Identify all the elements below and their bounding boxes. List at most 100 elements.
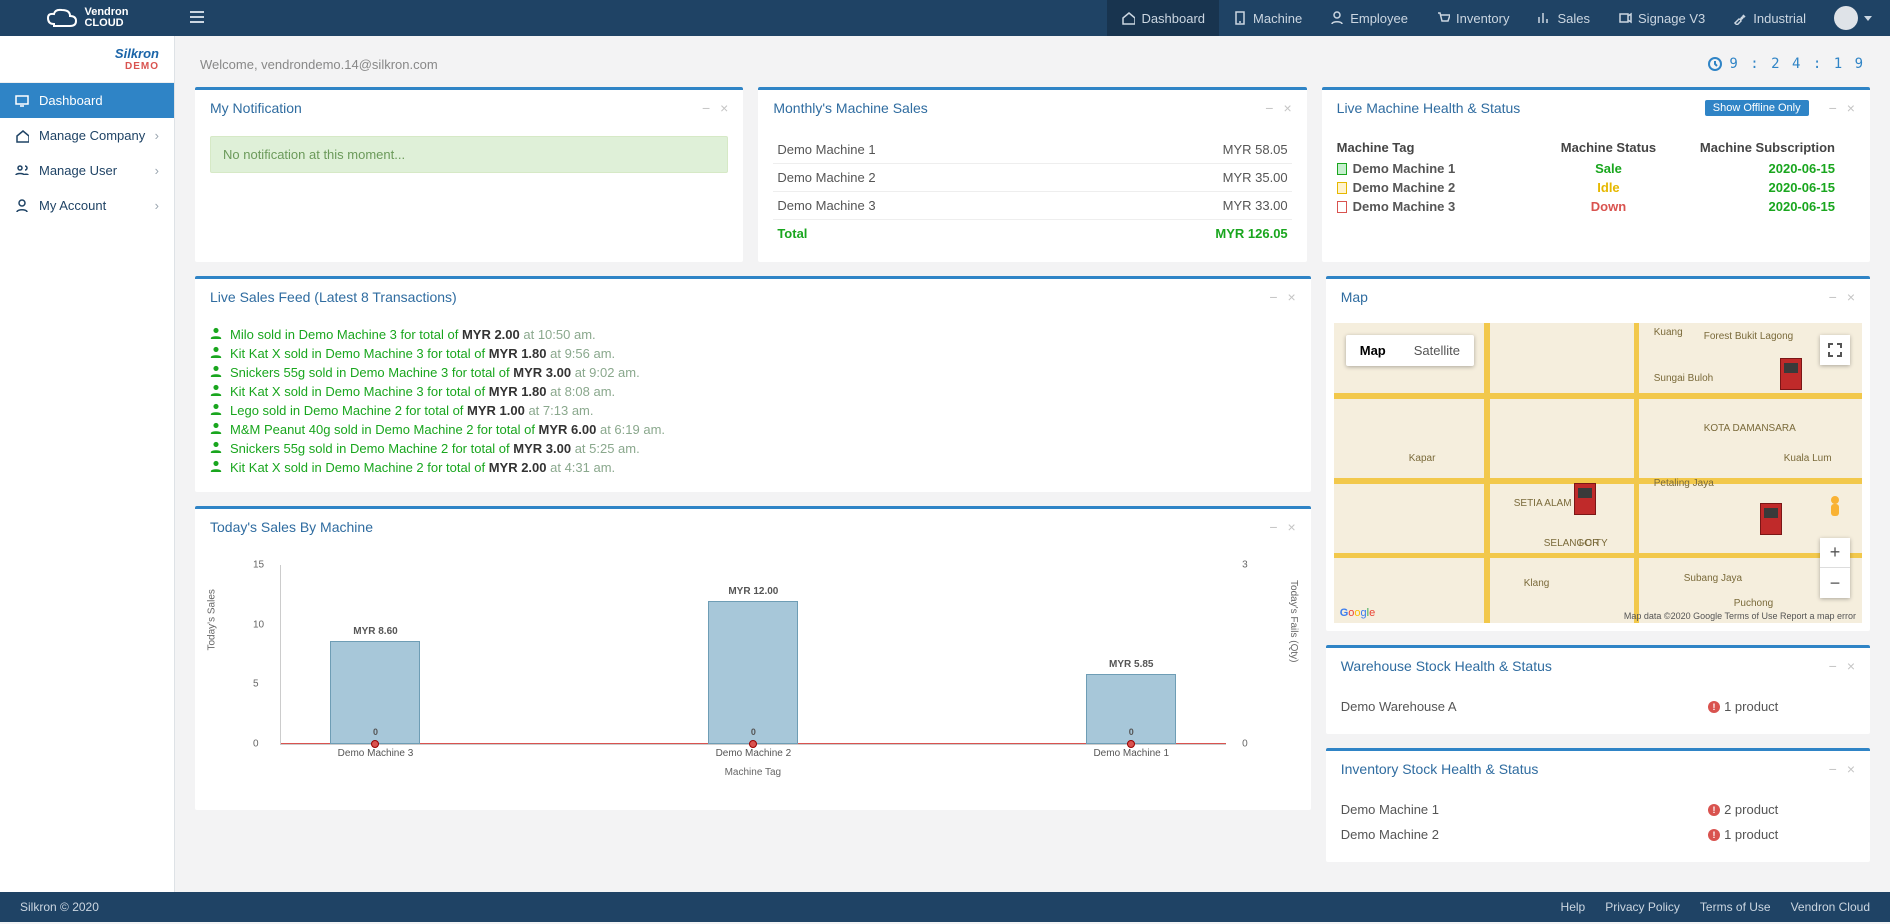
fail-point — [371, 740, 379, 748]
nav-label: Signage V3 — [1638, 11, 1705, 26]
person-icon — [210, 403, 222, 418]
collapse-icon[interactable]: − — [1829, 100, 1837, 116]
top-nav: Dashboard MachineEmployeeInventory Sales Si… — [1107, 0, 1890, 36]
map-marker[interactable] — [1574, 483, 1596, 515]
sidebar-item-dashboard[interactable]: Dashboard — [0, 83, 174, 118]
column-header: Machine Status — [1533, 140, 1684, 155]
panel-warehouse-stock: Warehouse Stock Health & Status −× Demo … — [1326, 645, 1870, 734]
tablet-icon — [1233, 11, 1247, 25]
stock-row[interactable]: Demo Machine 2!1 product — [1341, 822, 1855, 847]
stock-alert-text: 2 product — [1724, 802, 1778, 817]
health-row[interactable]: Demo Machine 2Idle2020-06-15 — [1337, 178, 1855, 197]
chevron-right-icon: › — [155, 128, 159, 143]
feed-text: Kit Kat X sold in Demo Machine 3 for tot… — [230, 384, 615, 399]
map-marker[interactable] — [1780, 358, 1802, 390]
map-type-control: Map Satellite — [1346, 335, 1474, 366]
footer-copyright: Silkron © 2020 — [20, 900, 99, 914]
close-icon[interactable]: × — [1847, 100, 1855, 116]
close-icon[interactable]: × — [1847, 289, 1855, 305]
collapse-icon[interactable]: − — [1269, 289, 1277, 305]
nav-dashboard[interactable]: Dashboard — [1107, 0, 1219, 36]
person-icon — [210, 327, 222, 342]
map-marker[interactable] — [1760, 503, 1782, 535]
bar-value-label: MYR 8.60 — [353, 626, 397, 637]
footer-link-help[interactable]: Help — [1561, 900, 1586, 914]
chart-y-label: Today's Sales — [207, 589, 218, 650]
stock-name: Demo Machine 1 — [1341, 802, 1632, 817]
sidebar-item-my-account[interactable]: My Account› — [0, 188, 174, 223]
nav-signage-v3[interactable]: Signage V3 — [1604, 0, 1719, 36]
close-icon[interactable]: × — [1847, 761, 1855, 777]
machine-status: Down — [1533, 199, 1684, 214]
nav-employee[interactable]: Employee — [1316, 0, 1422, 36]
x-tick-label: Demo Machine 3 — [338, 748, 414, 759]
stock-row[interactable]: Demo Machine 1!2 product — [1341, 797, 1855, 822]
close-icon[interactable]: × — [1283, 100, 1291, 116]
map-canvas[interactable]: Petaling JayaKlangSubang JayaPuchongSung… — [1334, 323, 1862, 623]
panel-machine-health: Live Machine Health & Status Show Offlin… — [1322, 87, 1870, 262]
health-row[interactable]: Demo Machine 1Sale2020-06-15 — [1337, 159, 1855, 178]
map-type-map[interactable]: Map — [1346, 335, 1400, 366]
person-icon — [210, 346, 222, 361]
collapse-icon[interactable]: − — [702, 100, 710, 116]
footer-link-terms-of-use[interactable]: Terms of Use — [1700, 900, 1771, 914]
map-place-label: KOTA DAMANSARA — [1704, 423, 1796, 434]
close-icon[interactable]: × — [1847, 658, 1855, 674]
feed-item: Lego sold in Demo Machine 2 for total of… — [210, 401, 1296, 420]
footer-link-privacy-policy[interactable]: Privacy Policy — [1605, 900, 1680, 914]
nav-label: Sales — [1557, 11, 1590, 26]
user-menu[interactable] — [1820, 0, 1890, 36]
chevron-right-icon: › — [155, 198, 159, 213]
machine-name: Demo Machine 1 — [773, 136, 1068, 164]
table-row: Demo Machine 2MYR 35.00 — [773, 164, 1291, 192]
total-amount: MYR 126.05 — [1069, 220, 1292, 248]
nav-machine[interactable]: Machine — [1219, 0, 1316, 36]
nav-inventory[interactable]: Inventory — [1422, 0, 1523, 36]
close-icon[interactable]: × — [720, 100, 728, 116]
nav-label: Dashboard — [1141, 11, 1205, 26]
map-zoom-out[interactable]: − — [1820, 568, 1850, 598]
total-row: TotalMYR 126.05 — [773, 220, 1291, 248]
panel-title: Live Machine Health & Status — [1337, 100, 1521, 116]
panel-title: My Notification — [210, 100, 302, 116]
machine-amount: MYR 33.00 — [1069, 192, 1292, 220]
main-content: Welcome, vendrondemo.14@silkron.com 9 : … — [175, 36, 1890, 892]
sidebar-item-manage-company[interactable]: Manage Company› — [0, 118, 174, 153]
stock-name: Demo Warehouse A — [1341, 699, 1632, 714]
machine-name: Demo Machine 2 — [773, 164, 1068, 192]
feed-text: Milo sold in Demo Machine 3 for total of… — [230, 327, 596, 342]
health-header: Machine TagMachine StatusMachine Subscri… — [1337, 136, 1855, 159]
fail-value-label: 0 — [373, 727, 378, 737]
sales-chart: Today's Sales Today's Fails (Qty) 051015… — [210, 555, 1296, 795]
svg-text:!: ! — [1713, 702, 1716, 712]
close-icon[interactable]: × — [1288, 289, 1296, 305]
machine-subscription: 2020-06-15 — [1684, 180, 1855, 195]
sidebar-item-manage-user[interactable]: Manage User› — [0, 153, 174, 188]
close-icon[interactable]: × — [1288, 519, 1296, 535]
map-attribution[interactable]: Map data ©2020 Google Terms of Use Repor… — [1624, 611, 1856, 621]
fail-value-label: 0 — [1129, 727, 1134, 737]
collapse-icon[interactable]: − — [1829, 761, 1837, 777]
stock-alert-text: 1 product — [1724, 699, 1778, 714]
brand-logo[interactable]: VendronCLOUD — [0, 7, 175, 29]
collapse-icon[interactable]: − — [1269, 519, 1277, 535]
menu-toggle-button[interactable] — [175, 11, 219, 26]
nav-label: Industrial — [1753, 11, 1806, 26]
map-pegman[interactable] — [1820, 493, 1850, 523]
person-icon — [210, 365, 222, 380]
collapse-icon[interactable]: − — [1265, 100, 1273, 116]
map-fullscreen-button[interactable] — [1820, 335, 1850, 365]
collapse-icon[interactable]: − — [1829, 289, 1837, 305]
stock-row[interactable]: Demo Warehouse A! 1 product — [1341, 694, 1855, 719]
show-offline-button[interactable]: Show Offline Only — [1705, 100, 1809, 116]
health-row[interactable]: Demo Machine 3Down2020-06-15 — [1337, 197, 1855, 216]
collapse-icon[interactable]: − — [1829, 658, 1837, 674]
map-type-satellite[interactable]: Satellite — [1400, 335, 1474, 366]
map-place-label: Sungai Buloh — [1654, 373, 1714, 384]
nav-sales[interactable]: Sales — [1523, 0, 1604, 36]
nav-industrial[interactable]: Industrial — [1719, 0, 1820, 36]
caret-down-icon — [1864, 16, 1872, 21]
footer-link-vendron-cloud[interactable]: Vendron Cloud — [1791, 900, 1870, 914]
users-icon — [15, 164, 31, 178]
map-zoom-in[interactable]: + — [1820, 538, 1850, 568]
